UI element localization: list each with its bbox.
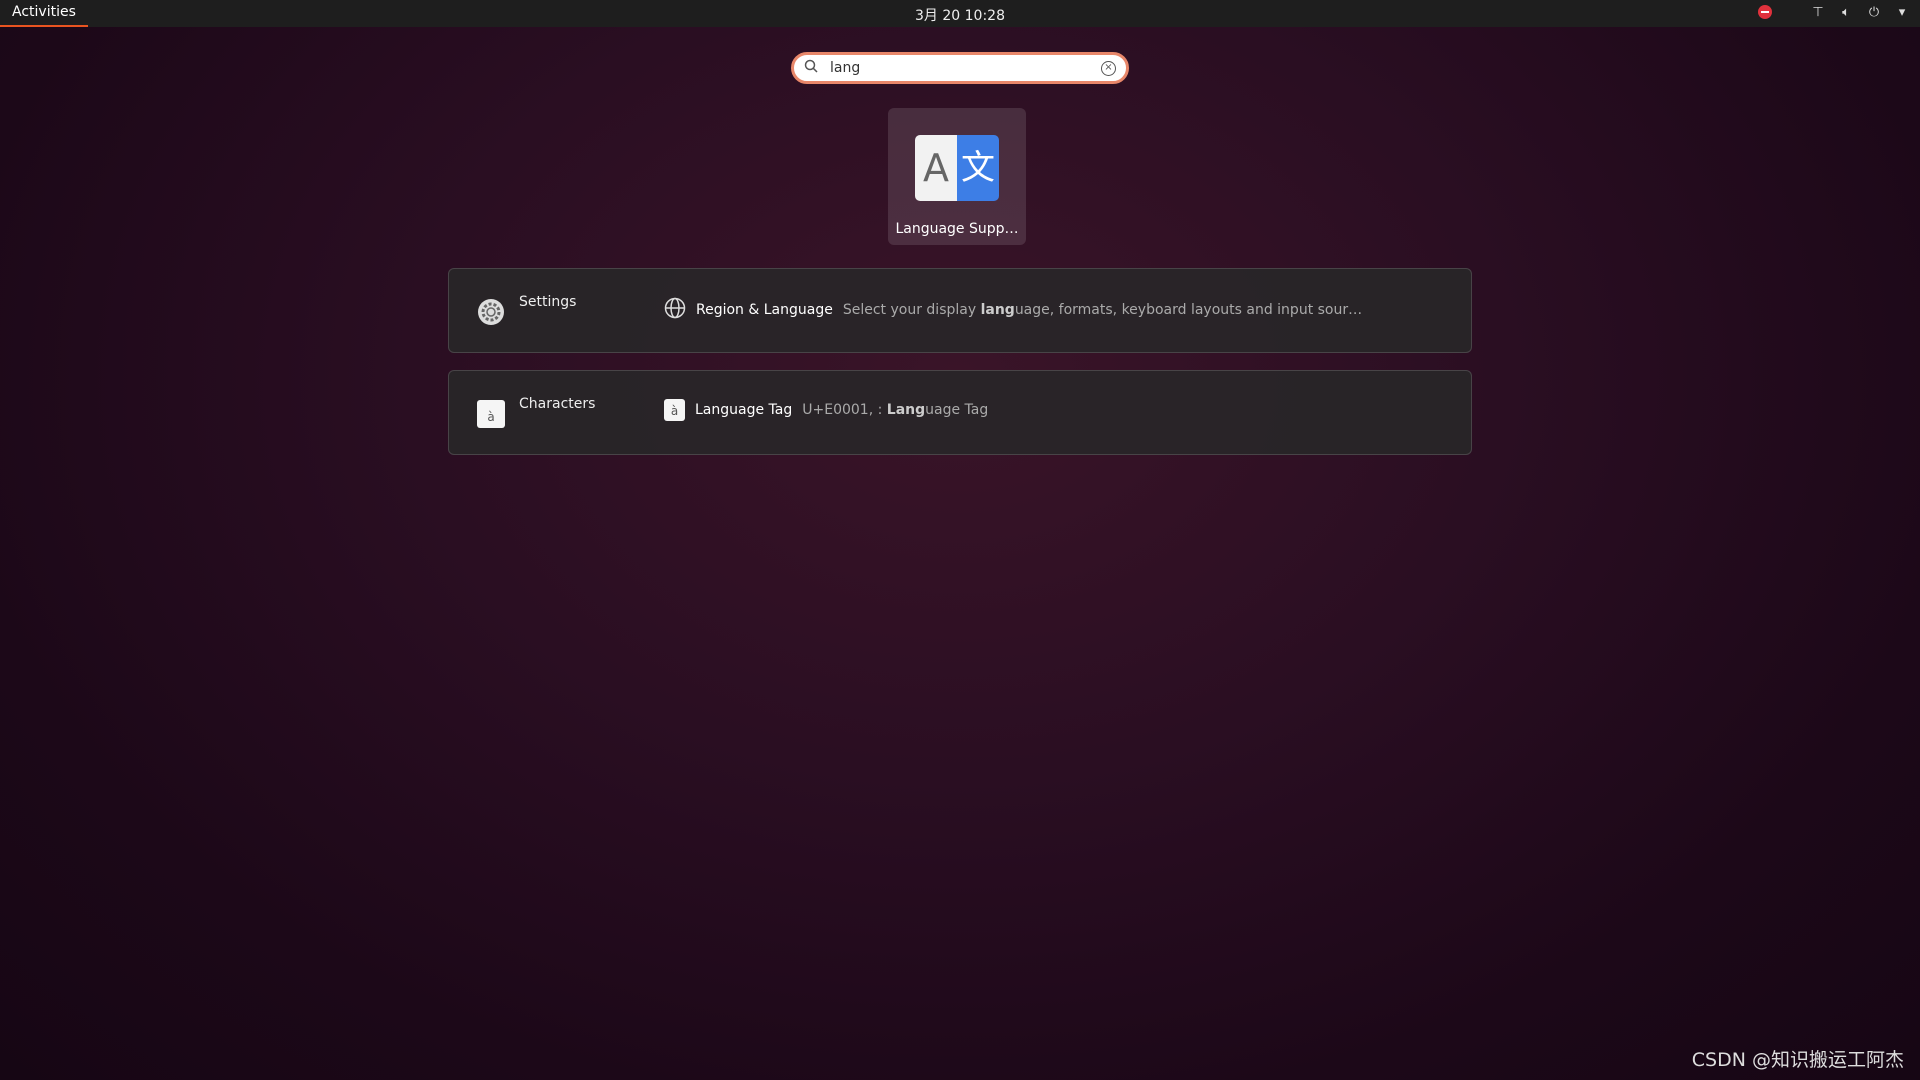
clear-icon[interactable]: × (1101, 60, 1116, 76)
system-tray[interactable]: ⊤ 🔈︎ ⏻ ▾ (1758, 4, 1910, 20)
result-item[interactable]: à Language Tag U+E0001, : Language Tag (664, 399, 988, 421)
top-bar: Activities 3月 20 10:28 ⊤ 🔈︎ ⏻ ▾ (0, 0, 1920, 27)
app-language-support[interactable]: A 文 Language Supp… (888, 108, 1026, 245)
volume-icon[interactable]: 🔈︎ (1838, 4, 1854, 20)
result-card-characters: à Characters à Language Tag U+E0001, : L… (448, 370, 1472, 455)
characters-icon[interactable]: à (477, 400, 505, 428)
globe-icon (664, 297, 686, 323)
desc-match: Lang (886, 402, 926, 418)
dropdown-arrow-icon[interactable]: ▾ (1894, 4, 1910, 20)
desc-text: U+E0001, : (802, 402, 887, 418)
result-title: Region & Language (696, 302, 833, 318)
network-icon[interactable]: ⊤ (1810, 4, 1826, 20)
do-not-disturb-icon[interactable] (1758, 5, 1772, 19)
result-description: U+E0001, : Language Tag (802, 402, 988, 418)
provider-name[interactable]: Characters (519, 396, 595, 412)
desc-text: uage, formats, keyboard layouts and inpu… (1014, 302, 1363, 318)
search-input[interactable]: lang × (791, 52, 1129, 84)
result-card-settings: Settings Region & Language Select your d… (448, 268, 1472, 353)
search-icon (804, 59, 820, 77)
icon-glyph-a: A (915, 135, 957, 201)
result-title: Language Tag (695, 402, 793, 418)
result-item[interactable]: Region & Language Select your display la… (664, 297, 1362, 323)
desc-match: lang (980, 302, 1015, 318)
activities-button[interactable]: Activities (0, 0, 88, 27)
icon-glyph-b: 文 (957, 135, 999, 201)
gear-icon[interactable] (477, 298, 505, 326)
desc-text: uage Tag (925, 402, 989, 418)
provider-name[interactable]: Settings (519, 294, 576, 310)
search-value[interactable]: lang (830, 60, 1101, 76)
language-support-icon: A 文 (915, 135, 999, 201)
desc-text: Select your display (842, 302, 981, 318)
character-icon: à (664, 399, 685, 421)
result-description: Select your display language, formats, k… (843, 302, 1362, 318)
power-icon[interactable]: ⏻ (1866, 4, 1882, 20)
watermark: CSDN @知识搬运工阿杰 (1691, 1049, 1904, 1071)
app-label: Language Supp… (895, 221, 1019, 237)
clock[interactable]: 3月 20 10:28 (915, 5, 1005, 25)
